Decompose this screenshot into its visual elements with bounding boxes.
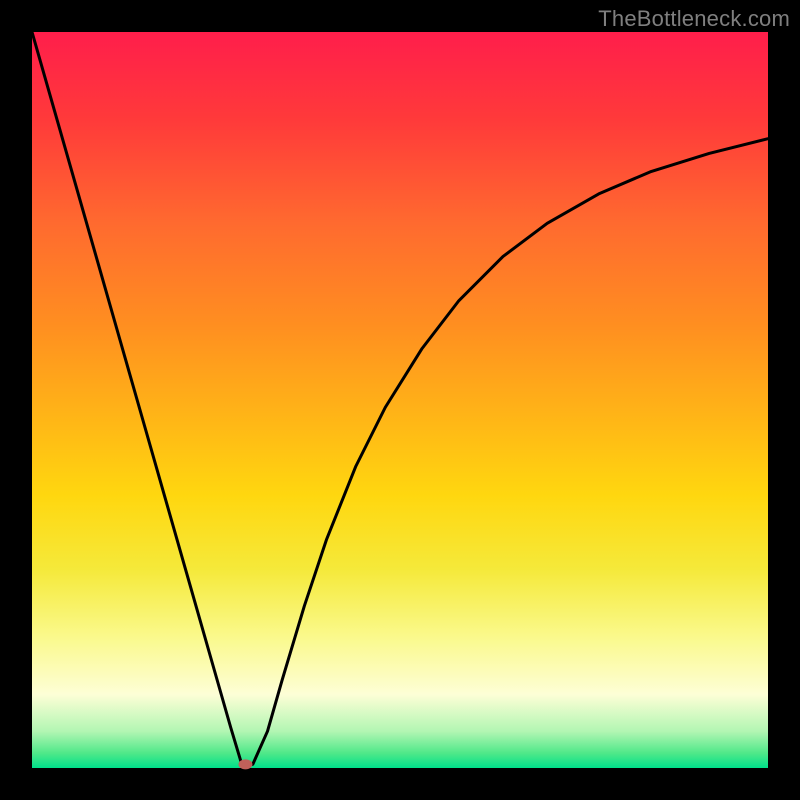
chart-overlay	[32, 32, 768, 768]
watermark-text: TheBottleneck.com	[598, 6, 790, 32]
chart-frame: TheBottleneck.com	[0, 0, 800, 800]
min-point-marker	[238, 759, 252, 769]
bottleneck-curve	[32, 32, 768, 764]
